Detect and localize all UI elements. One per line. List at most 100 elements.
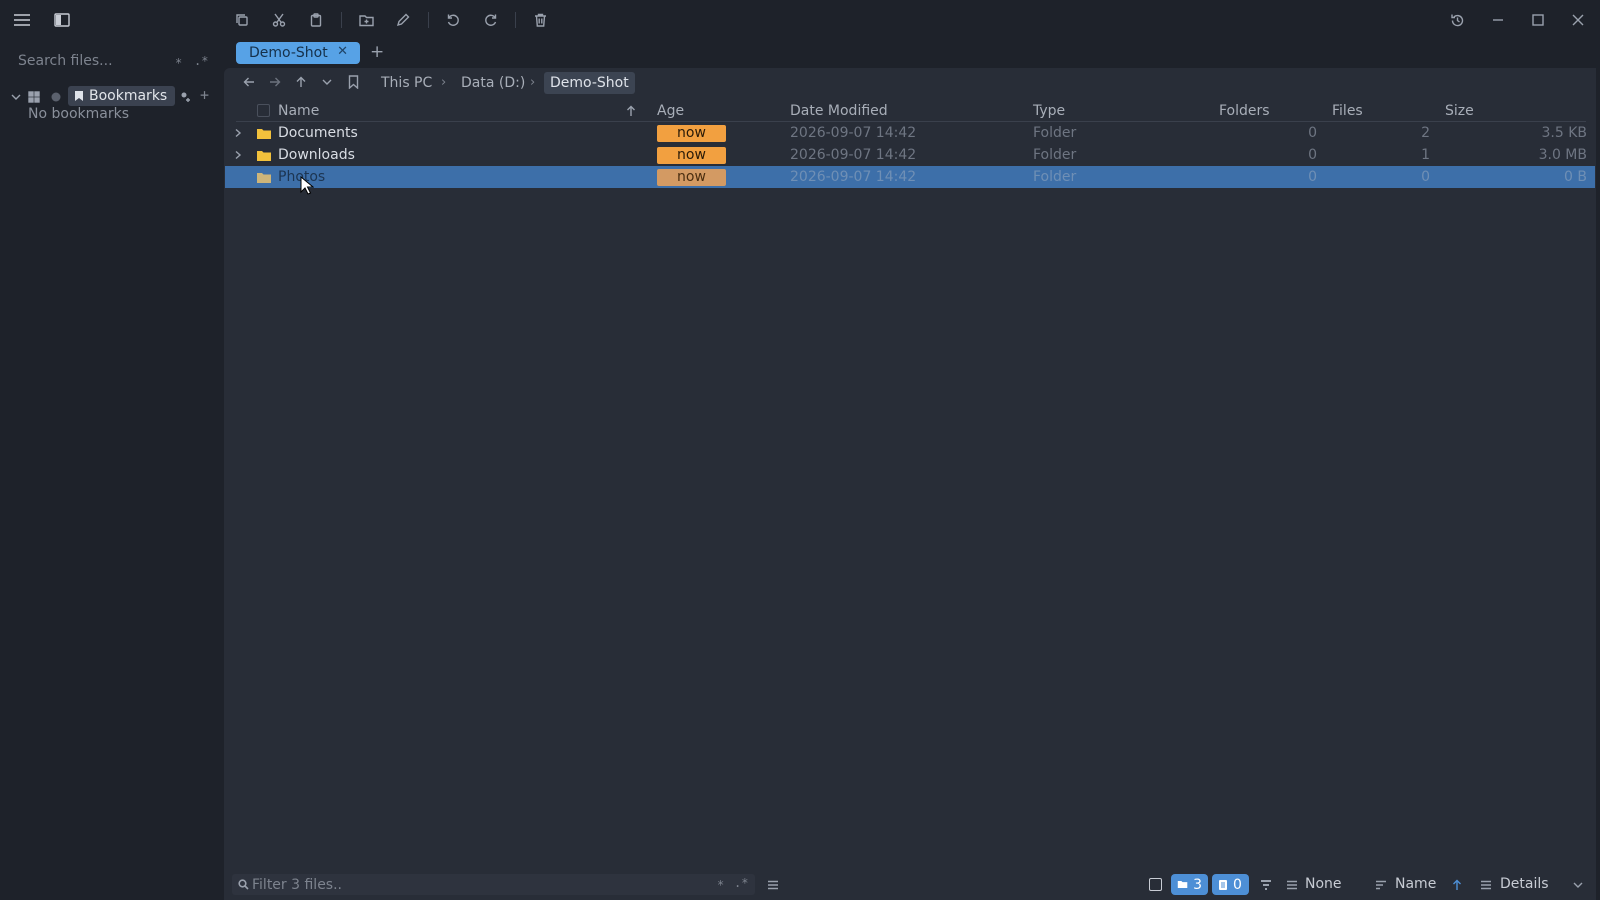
rename-icon[interactable]	[392, 9, 414, 31]
mouse-cursor-icon	[300, 176, 314, 196]
table-row[interactable]: Documents now 2026-09-07 14:42 Folder 0 …	[225, 122, 1595, 144]
clock-icon[interactable]	[45, 86, 67, 108]
toolbar-divider	[515, 12, 516, 28]
breadcrumb-demo-shot[interactable]: Demo-Shot	[544, 72, 635, 94]
tab-demo-shot[interactable]: Demo-Shot ✕	[236, 42, 360, 64]
glob-toggle[interactable]: *	[175, 56, 182, 70]
file-count-badge[interactable]: 0	[1212, 874, 1249, 895]
file-name[interactable]: Downloads	[278, 144, 355, 166]
search-icon	[238, 879, 249, 890]
file-panel	[224, 68, 1596, 900]
breadcrumb-data-drive[interactable]: Data (D:)	[461, 72, 525, 94]
close-icon[interactable]	[1567, 9, 1589, 31]
file-type: Folder	[1033, 147, 1077, 163]
file-name[interactable]: Documents	[278, 122, 358, 144]
date-modified: 2026-09-07 14:42	[790, 147, 917, 163]
age-badge: now	[657, 169, 726, 186]
maximize-icon[interactable]	[1527, 9, 1549, 31]
folder-count: 3	[1193, 876, 1202, 893]
age-badge: now	[657, 147, 726, 164]
regex-toggle[interactable]: .*	[194, 54, 208, 68]
tab-label: Demo-Shot	[249, 45, 328, 61]
sidebar-toggle-icon[interactable]	[51, 9, 73, 31]
column-header-type[interactable]: Type	[1033, 102, 1065, 120]
sort-direction-icon[interactable]	[1446, 874, 1468, 896]
date-modified: 2026-09-07 14:42	[790, 169, 917, 185]
file-count: 2	[1421, 125, 1430, 141]
minimize-icon[interactable]	[1487, 9, 1509, 31]
add-bookmark-icon[interactable]	[175, 86, 197, 108]
up-arrow-icon[interactable]	[290, 71, 312, 93]
back-arrow-icon[interactable]	[238, 71, 260, 93]
file-size: 0 B	[1564, 169, 1587, 185]
sidebar: * .* Bookmarks + No bookmarks	[0, 40, 224, 900]
filter-regex-toggle[interactable]: .*	[734, 876, 748, 890]
file-count: 1	[1421, 147, 1430, 163]
date-modified: 2026-09-07 14:42	[790, 125, 917, 141]
tab-close-icon[interactable]: ✕	[337, 44, 348, 59]
folder-icon	[1177, 880, 1188, 889]
file-type: Folder	[1033, 169, 1077, 185]
cut-icon[interactable]	[268, 9, 290, 31]
expand-chevron-icon[interactable]	[227, 122, 249, 144]
undo-icon[interactable]	[442, 9, 464, 31]
view-mode-label[interactable]: Details	[1500, 874, 1549, 895]
group-icon[interactable]	[1281, 874, 1303, 896]
delete-icon[interactable]	[529, 9, 551, 31]
bookmark-icon	[75, 91, 83, 101]
file-size: 3.5 KB	[1541, 125, 1588, 141]
column-header-date-modified[interactable]: Date Modified	[790, 102, 888, 120]
history-icon[interactable]	[1446, 9, 1468, 31]
chevron-down-icon[interactable]	[1567, 874, 1589, 896]
grid-icon[interactable]	[23, 86, 45, 108]
forward-arrow-icon[interactable]	[264, 71, 286, 93]
expand-chevron-icon[interactable]	[227, 144, 249, 166]
sort-ascending-icon[interactable]	[620, 100, 642, 122]
no-bookmarks-text: No bookmarks	[28, 106, 129, 122]
copy-icon[interactable]	[231, 9, 253, 31]
table-row[interactable]: Photos now 2026-09-07 14:42 Folder 0 0 0…	[225, 166, 1595, 188]
add-button[interactable]: +	[200, 86, 209, 104]
bookmark-this-icon[interactable]	[342, 71, 364, 93]
view-mode-icon[interactable]	[1475, 874, 1497, 896]
bookmarks-label: Bookmarks	[89, 88, 168, 104]
column-header-files[interactable]: Files	[1332, 102, 1363, 120]
new-tab-button[interactable]: +	[370, 42, 386, 62]
filter-input[interactable]	[252, 874, 652, 895]
folder-icon	[253, 166, 275, 188]
age-badge: now	[657, 125, 726, 142]
table-row[interactable]: Downloads now 2026-09-07 14:42 Folder 0 …	[225, 144, 1595, 166]
filter-box: * .*	[232, 874, 755, 895]
column-header-name[interactable]: Name	[278, 102, 319, 120]
select-checkbox[interactable]	[1149, 878, 1162, 891]
breadcrumb-separator: ›	[530, 75, 536, 90]
filter-icon[interactable]	[1255, 874, 1277, 896]
folder-icon	[253, 122, 275, 144]
new-folder-icon[interactable]	[355, 9, 377, 31]
breadcrumb-separator: ›	[441, 75, 447, 90]
redo-icon[interactable]	[479, 9, 501, 31]
file-type: Folder	[1033, 125, 1077, 141]
sort-icon[interactable]	[1370, 874, 1392, 896]
paste-icon[interactable]	[305, 9, 327, 31]
column-header-age[interactable]: Age	[657, 102, 684, 120]
menu-icon[interactable]	[11, 9, 33, 31]
list-options-icon[interactable]	[762, 874, 784, 896]
group-by-label[interactable]: None	[1305, 874, 1342, 895]
sort-by-label[interactable]: Name	[1395, 874, 1436, 895]
bookmarks-tab[interactable]: Bookmarks	[68, 86, 176, 106]
folder-icon	[253, 144, 275, 166]
breadcrumb-this-pc[interactable]: This PC	[381, 72, 432, 94]
column-header-size[interactable]: Size	[1445, 102, 1474, 120]
folder-count-badge[interactable]: 3	[1171, 874, 1208, 895]
file-size: 3.0 MB	[1538, 147, 1587, 163]
file-count: 0	[1421, 169, 1430, 185]
file-count: 0	[1233, 876, 1242, 893]
folder-count: 0	[1308, 169, 1317, 185]
select-all-checkbox[interactable]	[257, 104, 270, 117]
folder-count: 0	[1308, 147, 1317, 163]
filter-glob-toggle[interactable]: *	[717, 878, 724, 892]
column-header-folders[interactable]: Folders	[1219, 102, 1270, 120]
history-dropdown-icon[interactable]	[316, 71, 338, 93]
sidebar-search-input[interactable]	[18, 50, 168, 72]
